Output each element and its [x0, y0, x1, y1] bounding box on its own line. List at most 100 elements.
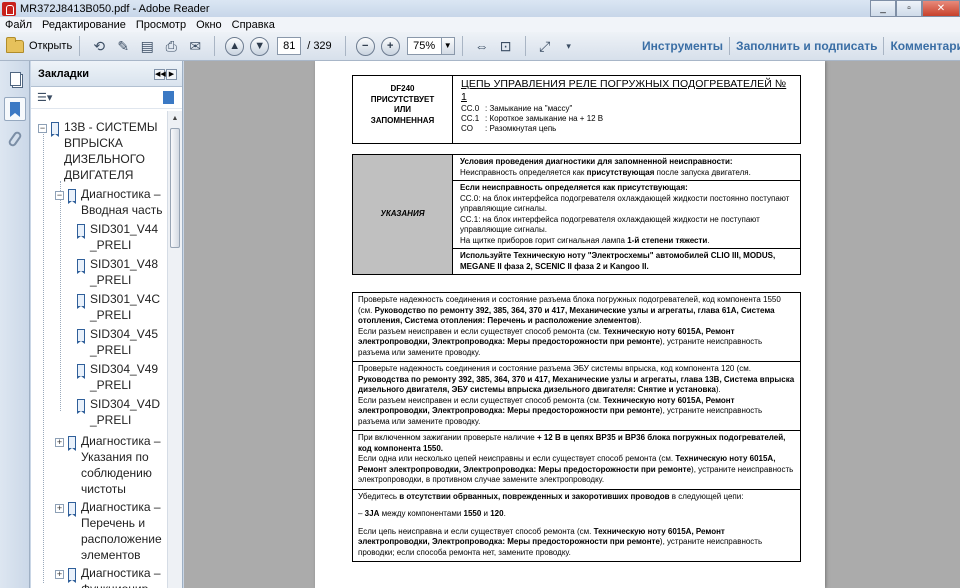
procedure-step: При включенном зажигании проверьте налич… [352, 430, 801, 490]
bookmark-icon [68, 568, 76, 583]
toolbar-separator [214, 36, 216, 56]
procedure-step: Убедитесь в отсутствии обрванных, повреж… [352, 488, 801, 562]
document-viewer[interactable]: DF240 ПРИСУТСТВУЕТ ИЛИ ЗАПОМНЕННАЯ ЦЕПЬ … [184, 61, 960, 588]
toolbar: Открыть ⟲ ✎ ▤ ⎙ ✉ ▲ ▼ 81 / 329 − + 75% ▼… [0, 32, 960, 61]
bookmark-item[interactable]: SID304_V49_PRELI [77, 361, 163, 393]
fault-title: ЦЕПЬ УПРАВЛЕНИЯ РЕЛЕ ПОГРУЖНЫХ ПОДОГРЕВА… [461, 78, 787, 103]
menu-help[interactable]: Справка [227, 19, 280, 31]
page-number-input[interactable]: 81 [277, 37, 302, 55]
toolbar-menu-icon[interactable]: ▾ [559, 36, 579, 56]
collapse-panel-icon[interactable]: ◀◀ [154, 69, 166, 80]
bookmark-icon [77, 224, 85, 239]
tools-pane-button[interactable]: Инструменты [636, 39, 729, 53]
next-page-button[interactable]: ▼ [250, 36, 270, 56]
fit-page-icon[interactable]: ⊡ [496, 36, 516, 56]
chevron-down-icon[interactable]: ▼ [440, 37, 455, 55]
page-total: / 329 [307, 40, 332, 52]
zoom-value[interactable]: 75% [406, 37, 441, 55]
toolbar-separator [461, 36, 463, 56]
scrollbar-thumb[interactable] [170, 128, 180, 248]
expand-icon[interactable]: + [55, 438, 64, 447]
notes-present-title: Если неисправность определяется как прис… [460, 183, 688, 192]
bookmark-item[interactable]: − 13В - СИСТЕМЫ ВПРЫСКА ДИЗЕЛЬНОГО ДВИГА… [38, 119, 163, 183]
attachments-button[interactable] [4, 127, 26, 151]
zoom-select[interactable]: 75% ▼ [406, 37, 455, 55]
bookmark-label: SID304_V4D_PRELI [90, 397, 161, 427]
bookmark-label: SID304_V45_PRELI [90, 327, 159, 357]
close-button[interactable]: ✕ [922, 0, 960, 17]
bookmark-item[interactable]: + Диагностика – Функционир… [55, 565, 163, 588]
collapse-icon[interactable]: − [38, 124, 47, 133]
comment-pane-button[interactable]: Комментарии [884, 39, 960, 53]
previous-page-button[interactable]: ▲ [225, 36, 245, 56]
collapse-icon[interactable]: − [55, 191, 64, 200]
toolbar-separator [524, 36, 526, 56]
find-bookmark-icon[interactable] [163, 91, 174, 104]
bookmark-label: Диагностика – Функционир… [81, 566, 161, 588]
open-label: Открыть [29, 40, 73, 52]
save-icon[interactable]: ▤ [137, 36, 157, 56]
print-icon[interactable]: ⎙ [161, 36, 181, 56]
title-bar: MR372J8413B050.pdf - Adobe Reader _ ▫ ✕ [0, 0, 960, 17]
bookmark-item[interactable]: SID304_V4D_PRELI [77, 396, 163, 428]
minimize-button[interactable]: _ [870, 0, 896, 17]
scroll-up-icon[interactable]: ▲ [168, 111, 182, 126]
menu-window[interactable]: Окно [191, 19, 227, 31]
bookmarks-scrollbar[interactable]: ▲ [167, 111, 182, 588]
page-thumbnails-button[interactable] [4, 67, 26, 91]
bookmark-icon [77, 329, 85, 344]
menu-file[interactable]: Файл [0, 19, 37, 31]
expand-icon[interactable]: + [55, 504, 64, 513]
zoom-in-button[interactable]: + [380, 36, 400, 56]
bookmarks-tree: − 13В - СИСТЕМЫ ВПРЫСКА ДИЗЕЛЬНОГО ДВИГА… [31, 111, 167, 588]
window-controls: _ ▫ ✕ [870, 0, 960, 17]
maximize-button[interactable]: ▫ [896, 0, 922, 17]
bookmark-item[interactable]: SID301_V4C_PRELI [77, 291, 163, 323]
fault-description-cell: ЦЕПЬ УПРАВЛЕНИЯ РЕЛЕ ПОГРУЖНЫХ ПОДОГРЕВА… [452, 75, 801, 144]
bookmark-icon [68, 436, 76, 451]
expand-icon[interactable]: + [55, 570, 64, 579]
paperclip-icon [7, 130, 23, 148]
options-menu-icon[interactable]: ☰▾ [37, 91, 52, 104]
bookmark-item[interactable]: − Диагностика – Вводная часть [55, 186, 163, 218]
bookmark-item[interactable]: SID301_V44_PRELI [77, 221, 163, 253]
bookmark-item[interactable]: + Диагностика – Перечень и расположение … [55, 499, 163, 563]
panel-header-buttons: ◀◀ ▶ [153, 69, 177, 80]
bookmark-label: 13В - СИСТЕМЫ ВПРЫСКА ДИЗЕЛЬНОГО ДВИГАТЕ… [64, 120, 158, 182]
fullscreen-icon[interactable]: ⤢ [535, 36, 555, 56]
notes-present: Если неисправность определяется как прис… [452, 180, 801, 249]
bookmark-item[interactable]: SID301_V48_PRELI [77, 256, 163, 288]
fault-status: ИЛИ [393, 105, 412, 114]
fault-code-line: CC.0 : Замыкание на "массу" [461, 104, 573, 113]
open-button[interactable]: Открыть [6, 36, 73, 53]
fault-status: ПРИСУТСТВУЕТ [370, 94, 435, 104]
fit-width-icon[interactable]: ⇔ [472, 36, 492, 56]
fill-sign-pane-button[interactable]: Заполнить и подписать [730, 39, 883, 53]
bookmark-item[interactable]: + Диагностика – Указания по соблюдению ч… [55, 433, 163, 497]
fault-code-line: CO : Разомкнутая цепь [461, 124, 557, 133]
bookmark-label: Диагностика – Указания по соблюдению чис… [81, 434, 161, 496]
navigation-rail [0, 61, 30, 588]
bookmarks-button[interactable] [4, 97, 26, 121]
toolbar-separator [344, 36, 346, 56]
panel-menu-icon[interactable]: ▶ [166, 69, 177, 80]
bookmarks-toolbar: ☰▾ [31, 87, 182, 109]
email-icon[interactable]: ✉ [185, 36, 205, 56]
toolbar-separator [79, 36, 81, 56]
bookmark-label: SID304_V49_PRELI [90, 362, 159, 392]
procedure-step: Проверьте надежность соединения и состоя… [352, 361, 801, 431]
menu-edit[interactable]: Редактирование [37, 19, 131, 31]
toolbar-panes: Инструменты Заполнить и подписать Коммен… [636, 32, 960, 60]
bookmark-label: SID301_V4C_PRELI [90, 292, 161, 322]
folder-icon [6, 36, 24, 53]
zoom-out-button[interactable]: − [355, 36, 375, 56]
bookmark-icon [77, 294, 85, 309]
menu-view[interactable]: Просмотр [131, 19, 191, 31]
create-pdf-icon[interactable]: ⟲ [89, 36, 109, 56]
pdf-page: DF240 ПРИСУТСТВУЕТ ИЛИ ЗАПОМНЕННАЯ ЦЕПЬ … [315, 61, 825, 588]
notes-conditions-title: Условия проведения диагностики для запом… [460, 157, 733, 166]
bookmark-item[interactable]: SID304_V45_PRELI [77, 326, 163, 358]
fault-code: DF240 [390, 84, 415, 93]
edit-icon[interactable]: ✎ [113, 36, 133, 56]
